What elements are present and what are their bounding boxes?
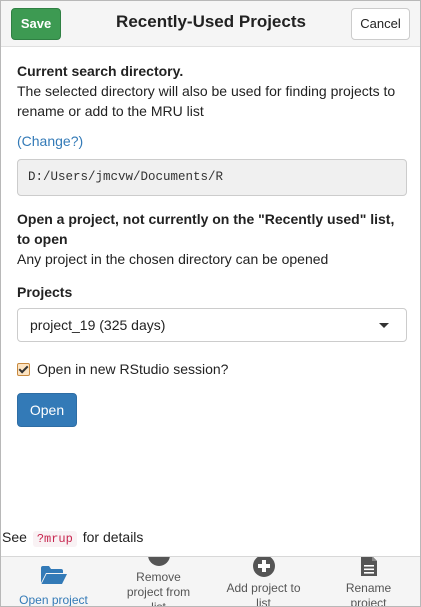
details-note-prefix: See	[2, 529, 27, 545]
new-session-option: Open in new RStudio session?	[17, 360, 407, 378]
app-window: Save Recently-Used Projects Cancel Curre…	[0, 0, 421, 607]
tab-open-project[interactable]: Open project	[1, 557, 106, 607]
minus-circle-icon	[147, 557, 170, 566]
search-dir-heading: Current search directory.	[17, 63, 184, 79]
folder-open-icon	[40, 566, 67, 584]
projects-select-value: project_19 (325 days)	[30, 317, 166, 333]
plus-circle-icon	[252, 557, 275, 577]
open-section-heading: Open a project, not currently on the "Re…	[17, 211, 395, 247]
details-note-suffix: for details	[82, 529, 144, 545]
search-dir-description: The selected directory will also be used…	[17, 83, 396, 119]
page-title: Recently-Used Projects	[116, 12, 306, 31]
save-button[interactable]: Save	[11, 8, 61, 40]
file-icon	[360, 557, 377, 576]
header-bar: Save Recently-Used Projects Cancel	[1, 1, 420, 47]
new-session-checkbox[interactable]	[17, 362, 30, 376]
cancel-button[interactable]: Cancel	[351, 8, 410, 40]
tab-remove-project[interactable]: Remove project from list	[106, 557, 211, 606]
tab-rename-project[interactable]: Rename project	[316, 557, 420, 607]
projects-label: Projects	[17, 284, 73, 300]
bottom-tab-bar: Open project Remove project from list Ad…	[1, 556, 420, 607]
open-button[interactable]: Open	[17, 393, 77, 427]
tab-add-project[interactable]: Add project to list	[211, 557, 316, 607]
tab-add-project-label: Add project to list	[226, 581, 301, 607]
open-section-description: Any project in the chosen directory can …	[17, 251, 329, 267]
change-directory-link[interactable]: (Change?)	[17, 131, 407, 151]
new-session-label: Open in new RStudio session?	[37, 361, 229, 377]
main-content: Current search directory. The selected d…	[17, 61, 407, 427]
tab-rename-project-label: Rename project	[345, 581, 392, 607]
projects-select[interactable]: project_19 (325 days)	[17, 308, 407, 342]
chevron-down-icon	[379, 323, 389, 328]
directory-path-field: D:/Users/jmcvw/Documents/R	[17, 159, 407, 196]
details-note: See ?mrup for details	[2, 528, 143, 548]
tab-open-project-label: Open project	[19, 593, 88, 607]
help-code: ?mrup	[32, 531, 77, 547]
tab-remove-project-label: Remove project from list	[126, 570, 191, 607]
